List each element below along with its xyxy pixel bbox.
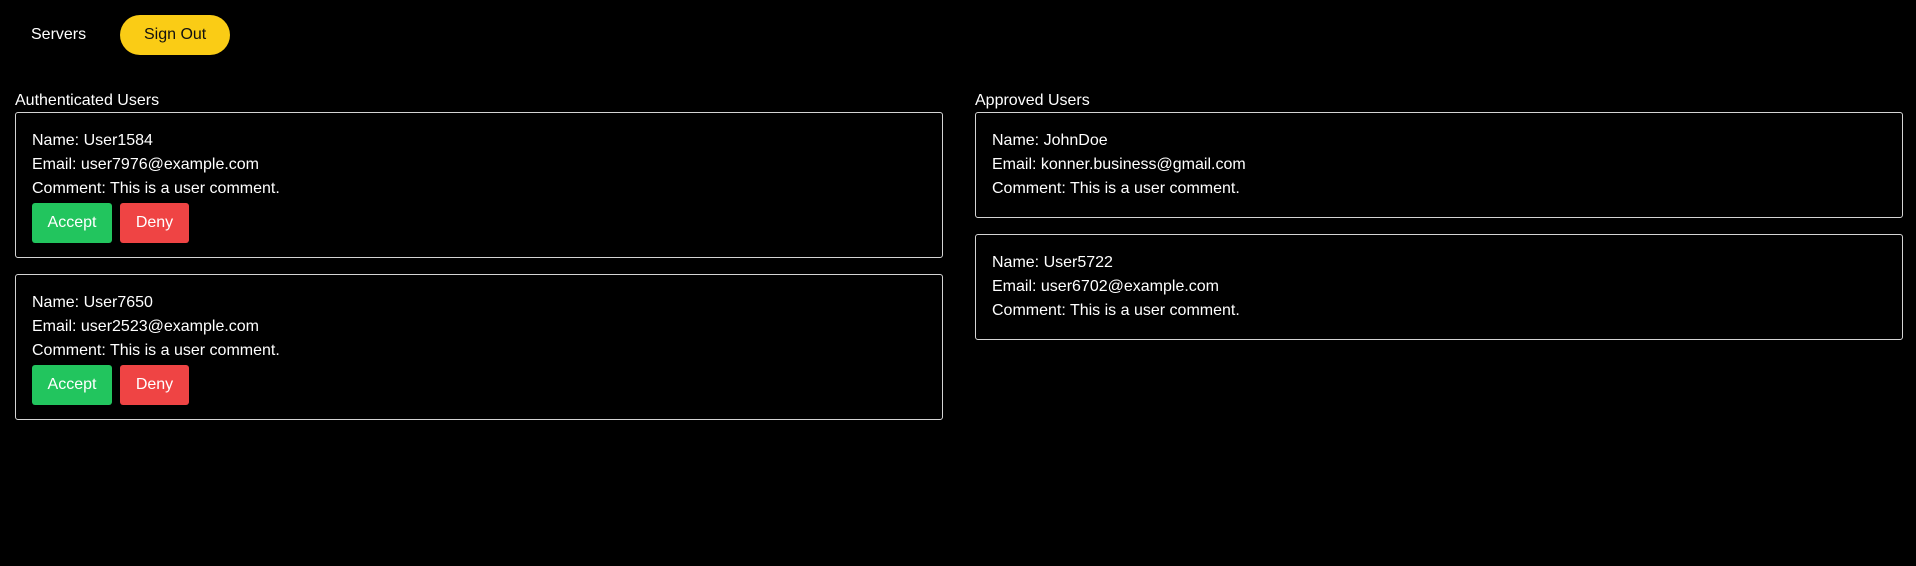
- user-comment: Comment: This is a user comment.: [992, 302, 1240, 319]
- user-actions: Accept Deny: [32, 365, 926, 405]
- accept-button[interactable]: Accept: [32, 203, 112, 243]
- user-actions: Accept Deny: [32, 203, 926, 243]
- authenticated-users-title: Authenticated Users: [15, 92, 160, 109]
- user-name: Name: User7650: [32, 294, 153, 311]
- approved-user-card: Name: JohnDoe Email: konner.business@gma…: [975, 112, 1903, 218]
- approved-user-card: Name: User5722 Email: user6702@example.c…: [975, 234, 1903, 340]
- sign-out-button[interactable]: Sign Out: [120, 15, 231, 55]
- accept-button[interactable]: Accept: [32, 365, 112, 405]
- user-name: Name: User1584: [32, 132, 153, 149]
- user-name: Name: JohnDoe: [992, 132, 1108, 149]
- approved-users-section: Approved Users Name: JohnDoe Email: konn…: [975, 90, 1903, 356]
- deny-button[interactable]: Deny: [120, 365, 189, 405]
- user-email: Email: user2523@example.com: [32, 318, 260, 335]
- user-comment: Comment: This is a user comment.: [32, 342, 280, 359]
- top-nav: Servers Sign Out: [15, 15, 231, 55]
- user-email: Email: user7976@example.com: [32, 156, 260, 173]
- deny-button[interactable]: Deny: [120, 203, 189, 243]
- user-email: Email: user6702@example.com: [992, 278, 1220, 295]
- authenticated-user-card: Name: User7650 Email: user2523@example.c…: [15, 274, 943, 420]
- authenticated-user-card: Name: User1584 Email: user7976@example.c…: [15, 112, 943, 258]
- user-comment: Comment: This is a user comment.: [992, 180, 1240, 197]
- approved-users-title: Approved Users: [975, 92, 1090, 109]
- authenticated-users-section: Authenticated Users Name: User1584 Email…: [15, 90, 943, 436]
- user-email: Email: konner.business@gmail.com: [992, 156, 1246, 173]
- servers-link[interactable]: Servers: [15, 15, 102, 55]
- user-name: Name: User5722: [992, 254, 1113, 271]
- user-comment: Comment: This is a user comment.: [32, 180, 280, 197]
